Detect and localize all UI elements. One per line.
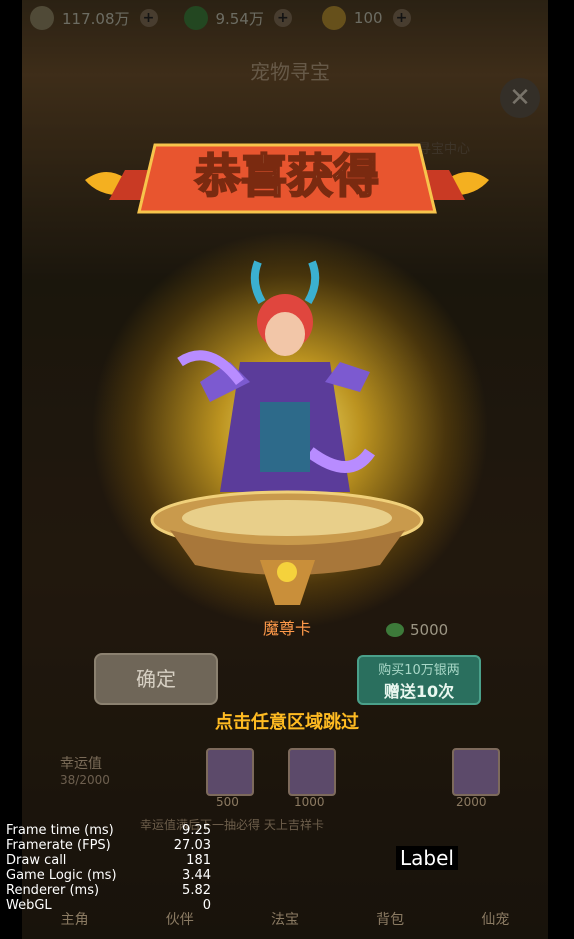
pedestal	[150, 490, 424, 605]
confirm-button[interactable]: 确定	[94, 653, 218, 705]
tier1-card[interactable]	[206, 748, 254, 796]
tier3-label: 2000	[456, 795, 487, 809]
buy-button[interactable]: 购买10万银两 赠送10次	[357, 655, 481, 705]
debug-row: Framerate (FPS) 27.03	[6, 838, 211, 853]
skip-hint[interactable]: 点击任意区域跳过	[0, 708, 574, 734]
tier2-label: 1000	[294, 795, 325, 809]
banner-title: 恭喜获得	[194, 151, 379, 202]
debug-row: Game Logic (ms) 3.44	[6, 868, 211, 883]
label-text: Label	[396, 846, 458, 870]
price-display: 5000	[386, 621, 448, 639]
lucky-value: 38/2000	[60, 773, 110, 787]
nav-item-pet[interactable]: 仙宠	[481, 909, 509, 929]
tier2-card[interactable]	[288, 748, 336, 796]
jade-coin-icon	[386, 623, 404, 637]
nav-item-bag[interactable]: 背包	[376, 909, 404, 929]
congrats-banner: 恭喜获得	[85, 143, 489, 214]
debug-stats: Frame time (ms) 9.25 Framerate (FPS) 27.03…	[6, 823, 211, 913]
tier3-card[interactable]	[452, 748, 500, 796]
reward-name: 魔尊卡	[262, 619, 311, 638]
lucky-meter: 幸运值 38/2000	[60, 753, 110, 787]
debug-row: Draw call 181	[6, 853, 211, 868]
debug-row: WebGL 0	[6, 898, 211, 913]
hero-character	[177, 260, 375, 492]
debug-row: Frame time (ms) 9.25	[6, 823, 211, 838]
lucky-label: 幸运值	[60, 756, 102, 772]
debug-row: Renderer (ms) 5.82	[6, 883, 211, 898]
nav-item-treasure[interactable]: 法宝	[271, 909, 299, 929]
price-value: 5000	[410, 621, 449, 639]
buy-line1: 购买10万银两	[378, 663, 460, 678]
tier1-label: 500	[216, 795, 239, 809]
buy-line2: 赠送10次	[383, 682, 455, 701]
